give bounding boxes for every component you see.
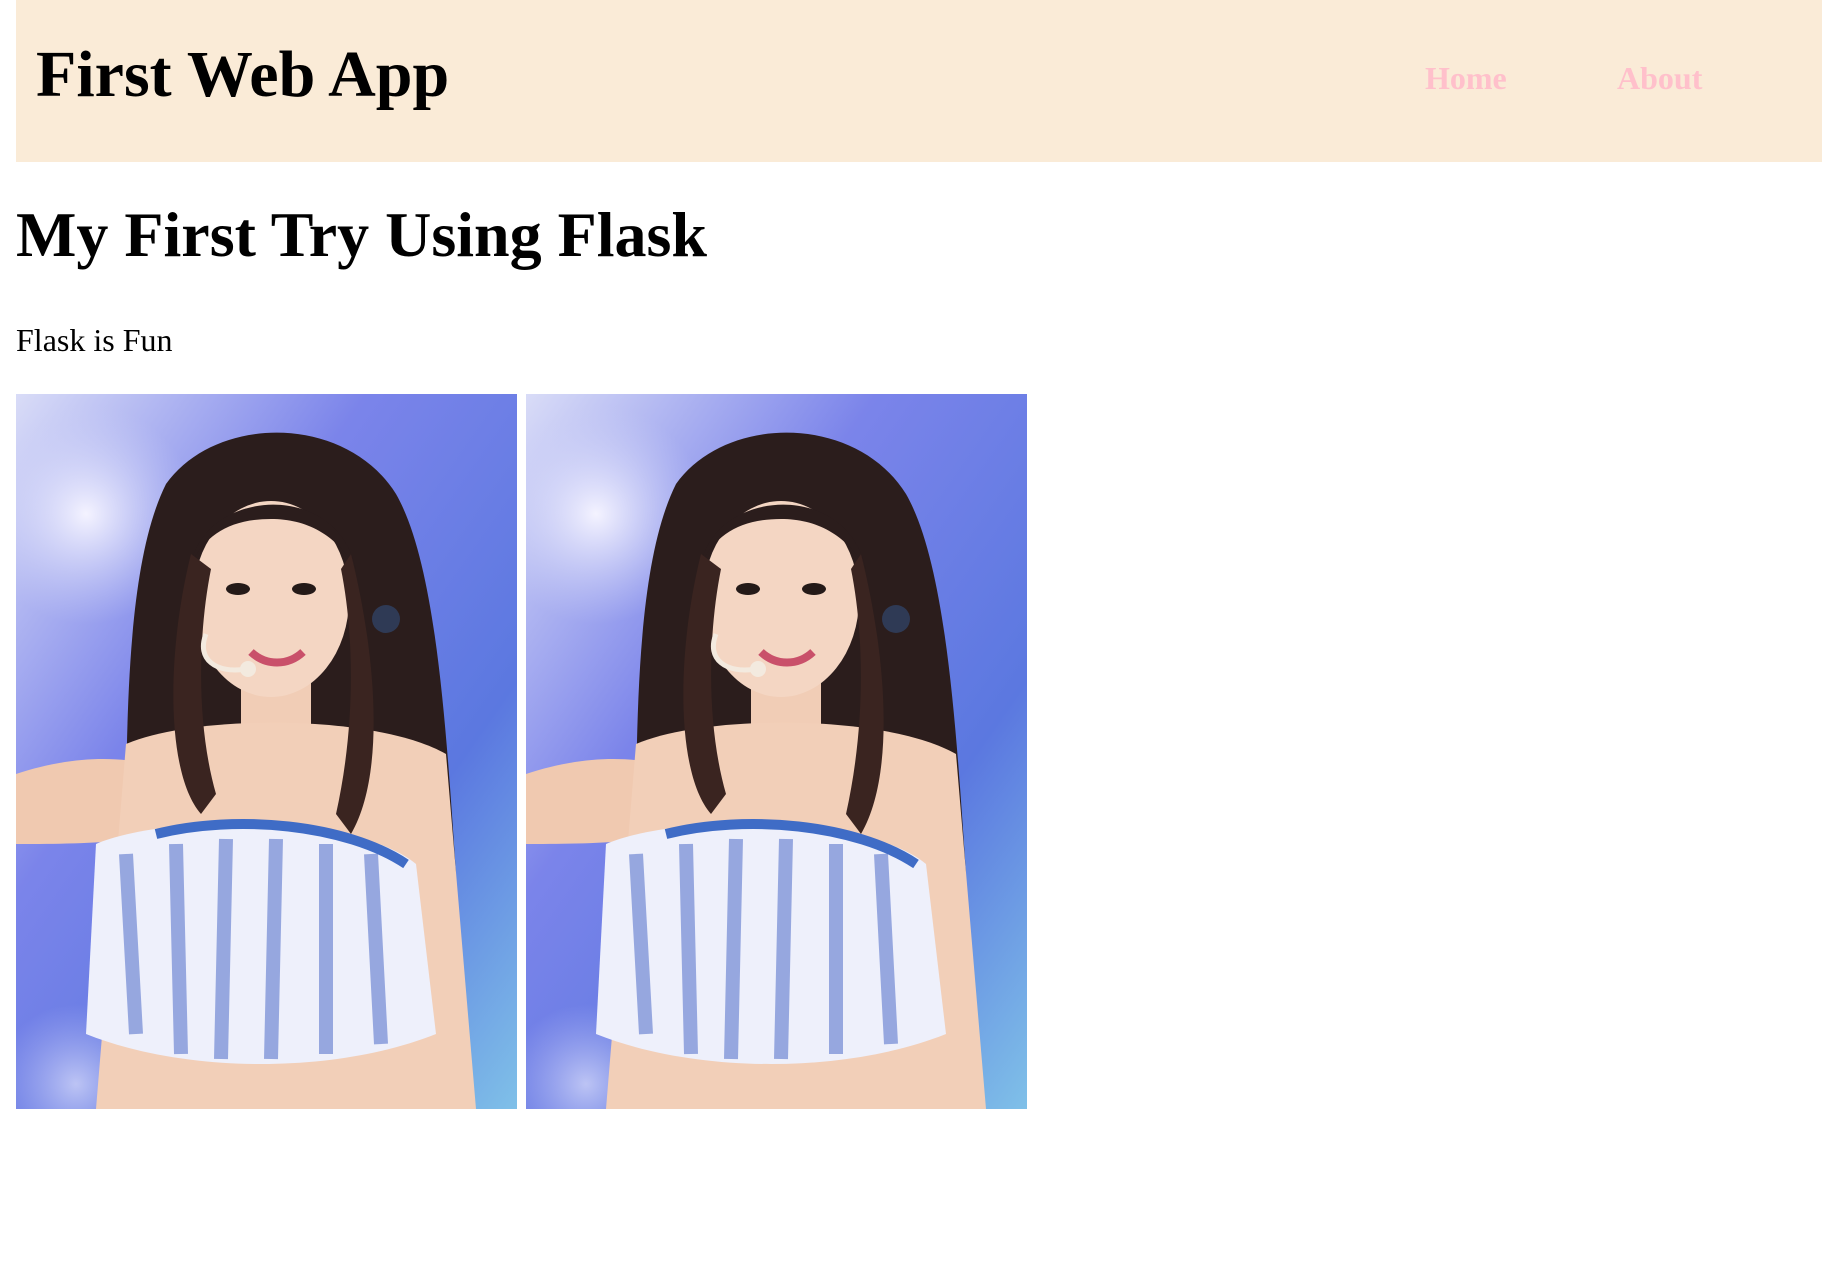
- performer-photo-1-graphic: [16, 394, 517, 1109]
- site-header: First Web App Home About: [16, 0, 1822, 162]
- performer-photo-2-graphic: [526, 394, 1027, 1109]
- performer-photo-1: [16, 394, 517, 1109]
- nav-link-home[interactable]: Home: [1425, 58, 1507, 98]
- tagline: Flask is Fun: [16, 322, 173, 358]
- nav-link-about[interactable]: About: [1617, 58, 1702, 98]
- performer-photo-2: [526, 394, 1027, 1109]
- page-heading: My First Try Using Flask: [16, 199, 707, 270]
- top-nav: Home About: [16, 58, 1822, 98]
- page: First Web App Home About My First Try Us…: [0, 0, 1822, 1288]
